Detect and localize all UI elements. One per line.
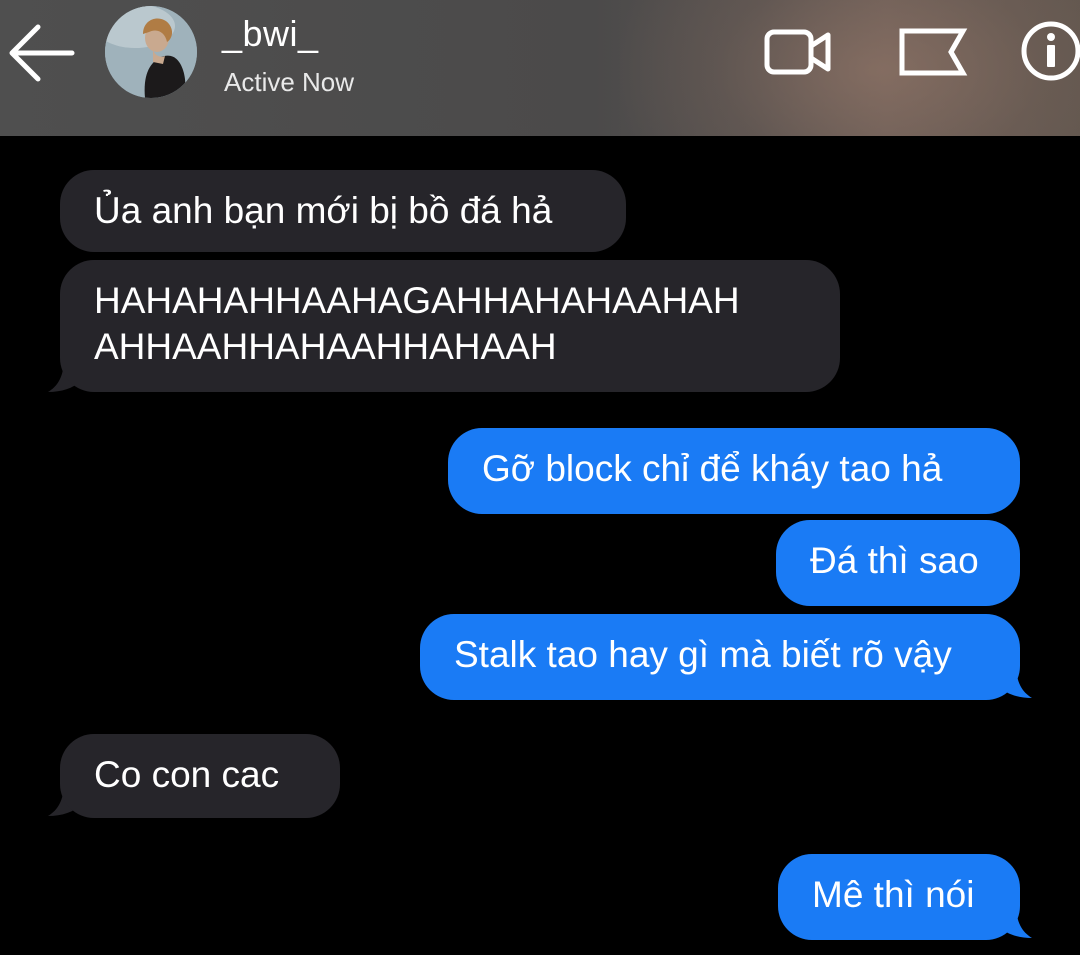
info-button[interactable] xyxy=(1018,20,1080,82)
incoming-message[interactable]: Co con cac xyxy=(60,734,340,818)
outgoing-message[interactable]: Mê thì nói xyxy=(778,854,1020,940)
incoming-message[interactable]: HAHAHAHHAAHAGAHHAHAHAAHAH AHHAAHHAHAAHHA… xyxy=(60,260,840,392)
active-status: Active Now xyxy=(224,67,355,97)
message-text: Stalk tao hay gì mà biết rõ vậy xyxy=(454,634,952,675)
info-icon xyxy=(1021,21,1080,81)
outgoing-message[interactable]: Gỡ block chỉ để kháy tao hả xyxy=(448,428,1020,514)
message-text: Gỡ block chỉ để kháy tao hả xyxy=(482,448,943,489)
contact-name[interactable]: _bwi_ xyxy=(222,12,319,56)
avatar-photo xyxy=(105,6,197,98)
conversation-header: _bwi_ Active Now xyxy=(0,0,1080,136)
outgoing-message[interactable]: Đá thì sao xyxy=(776,520,1020,606)
outgoing-message[interactable]: Stalk tao hay gì mà biết rõ vậy xyxy=(420,614,1020,700)
avatar[interactable] xyxy=(105,6,197,98)
message-text-line: HAHAHAHHAAHAGAHHAHAHAAHAH xyxy=(94,280,740,321)
message-text-line: AHHAAHHAHAAHHAHAAH xyxy=(94,326,557,367)
arrow-left-icon xyxy=(9,24,75,82)
incoming-message[interactable]: Ủa anh bạn mới bị bồ đá hả xyxy=(60,170,626,252)
message-list: Ủa anh bạn mới bị bồ đá hả HAHAHAHHAAHAG… xyxy=(0,136,1080,955)
video-call-button[interactable] xyxy=(762,22,834,82)
message-text: Ủa anh bạn mới bị bồ đá hả xyxy=(94,190,553,231)
flag-icon xyxy=(899,28,968,76)
chat-screen: _bwi_ Active Now Ủa anh bạn mới bị bồ đá xyxy=(0,0,1080,955)
message-text: Co con cac xyxy=(94,754,280,795)
message-text: Mê thì nói xyxy=(812,874,975,915)
message-text: Đá thì sao xyxy=(810,540,979,581)
video-camera-icon xyxy=(764,29,831,75)
back-button[interactable] xyxy=(4,22,76,84)
flag-button[interactable] xyxy=(896,22,968,82)
header-background-glow xyxy=(620,0,1080,136)
